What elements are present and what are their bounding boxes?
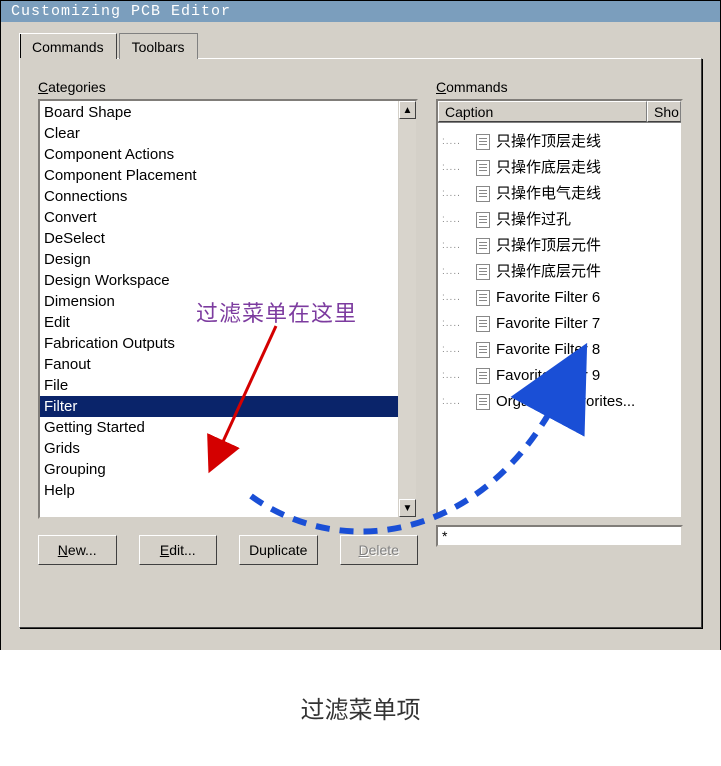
button-row: New... Edit... Duplicate Delete bbox=[38, 535, 418, 565]
tree-connector: :.... bbox=[442, 129, 470, 155]
category-item[interactable]: Component Actions bbox=[40, 144, 398, 165]
tree-connector: :.... bbox=[442, 389, 470, 415]
categories-label: Categories bbox=[38, 79, 418, 95]
command-item[interactable]: :.... 只操作顶层走线 bbox=[442, 129, 677, 155]
client-area: Commands Toolbars Categories Board Shape… bbox=[1, 22, 720, 628]
category-item[interactable]: Design Workspace bbox=[40, 270, 398, 291]
tree-connector: :.... bbox=[442, 285, 470, 311]
tab-panel: Categories Board ShapeClearComponent Act… bbox=[19, 58, 702, 628]
category-item[interactable]: Clear bbox=[40, 123, 398, 144]
page-icon bbox=[476, 134, 490, 150]
command-label: 只操作顶层走线 bbox=[496, 129, 601, 155]
page-icon bbox=[476, 368, 490, 384]
command-item[interactable]: :.... 只操作过孔 bbox=[442, 207, 677, 233]
category-item[interactable]: Filter bbox=[40, 396, 398, 417]
tree-connector: :.... bbox=[442, 363, 470, 389]
commands-filter-input[interactable]: * bbox=[436, 525, 683, 547]
category-item[interactable]: DeSelect bbox=[40, 228, 398, 249]
command-label: Favorite Filter 6 bbox=[496, 285, 600, 311]
tree-connector: :.... bbox=[442, 155, 470, 181]
command-item[interactable]: :.... Favorite Filter 6 bbox=[442, 285, 677, 311]
category-item[interactable]: Dimension bbox=[40, 291, 398, 312]
command-label: Organize Favorites... bbox=[496, 389, 635, 415]
new-button[interactable]: New... bbox=[38, 535, 117, 565]
column-caption[interactable]: Caption bbox=[438, 101, 647, 122]
edit-button[interactable]: Edit... bbox=[139, 535, 218, 565]
command-item[interactable]: :.... 只操作底层走线 bbox=[442, 155, 677, 181]
commands-label: Commands bbox=[436, 79, 683, 95]
category-item[interactable]: Grouping bbox=[40, 459, 398, 480]
category-item[interactable]: File bbox=[40, 375, 398, 396]
command-label: 只操作过孔 bbox=[496, 207, 571, 233]
page-icon bbox=[476, 212, 490, 228]
dialog-window: Customizing PCB Editor Commands Toolbars… bbox=[0, 0, 721, 650]
category-item[interactable]: Grids bbox=[40, 438, 398, 459]
category-item[interactable]: Component Placement bbox=[40, 165, 398, 186]
scroll-up-button[interactable]: ▲ bbox=[399, 101, 416, 119]
category-item[interactable]: Fanout bbox=[40, 354, 398, 375]
category-item[interactable]: Getting Started bbox=[40, 417, 398, 438]
page-icon bbox=[476, 394, 490, 410]
command-label: Favorite Filter 9 bbox=[496, 363, 600, 389]
tabstrip: Commands Toolbars bbox=[19, 33, 702, 59]
page-icon bbox=[476, 160, 490, 176]
tree-connector: :.... bbox=[442, 259, 470, 285]
tree-connector: :.... bbox=[442, 233, 470, 259]
command-label: 只操作顶层元件 bbox=[496, 233, 601, 259]
tree-connector: :.... bbox=[442, 311, 470, 337]
tab-commands[interactable]: Commands bbox=[19, 33, 117, 59]
command-item[interactable]: :.... Organize Favorites... bbox=[442, 389, 677, 415]
category-item[interactable]: Connections bbox=[40, 186, 398, 207]
category-item[interactable]: Help bbox=[40, 480, 398, 501]
command-item[interactable]: :.... Favorite Filter 9 bbox=[442, 363, 677, 389]
page-icon bbox=[476, 264, 490, 280]
command-label: 只操作底层走线 bbox=[496, 155, 601, 181]
column-shortcut[interactable]: Sho bbox=[647, 101, 681, 122]
command-item[interactable]: :.... 只操作顶层元件 bbox=[442, 233, 677, 259]
command-label: 只操作底层元件 bbox=[496, 259, 601, 285]
tree-connector: :.... bbox=[442, 337, 470, 363]
page-icon bbox=[476, 290, 490, 306]
titlebar: Customizing PCB Editor bbox=[1, 1, 720, 22]
category-item[interactable]: Design bbox=[40, 249, 398, 270]
page-icon bbox=[476, 342, 490, 358]
categories-scrollbar[interactable]: ▲ ▼ bbox=[398, 101, 416, 517]
tree-connector: :.... bbox=[442, 181, 470, 207]
tree-connector: :.... bbox=[442, 207, 470, 233]
command-label: 只操作电气走线 bbox=[496, 181, 601, 207]
commands-listview[interactable]: Caption Sho :.... 只操作顶层走线:.... 只操作底层走线:...… bbox=[436, 99, 683, 519]
command-item[interactable]: :.... Favorite Filter 8 bbox=[442, 337, 677, 363]
scroll-down-button[interactable]: ▼ bbox=[399, 499, 416, 517]
window-title: Customizing PCB Editor bbox=[11, 3, 231, 20]
category-item[interactable]: Board Shape bbox=[40, 102, 398, 123]
page-icon bbox=[476, 316, 490, 332]
commands-header: Caption Sho bbox=[438, 101, 681, 123]
command-label: Favorite Filter 8 bbox=[496, 337, 600, 363]
command-item[interactable]: :.... 只操作底层元件 bbox=[442, 259, 677, 285]
command-item[interactable]: :.... 只操作电气走线 bbox=[442, 181, 677, 207]
category-item[interactable]: Convert bbox=[40, 207, 398, 228]
page-icon bbox=[476, 238, 490, 254]
category-item[interactable]: Fabrication Outputs bbox=[40, 333, 398, 354]
duplicate-button[interactable]: Duplicate bbox=[239, 535, 318, 565]
category-item[interactable]: Edit bbox=[40, 312, 398, 333]
tab-toolbars[interactable]: Toolbars bbox=[119, 33, 198, 59]
figure-caption: 过滤菜单项 bbox=[0, 650, 721, 755]
page-icon bbox=[476, 186, 490, 202]
categories-listbox[interactable]: Board ShapeClearComponent ActionsCompone… bbox=[38, 99, 418, 519]
command-item[interactable]: :.... Favorite Filter 7 bbox=[442, 311, 677, 337]
command-label: Favorite Filter 7 bbox=[496, 311, 600, 337]
delete-button[interactable]: Delete bbox=[340, 535, 419, 565]
